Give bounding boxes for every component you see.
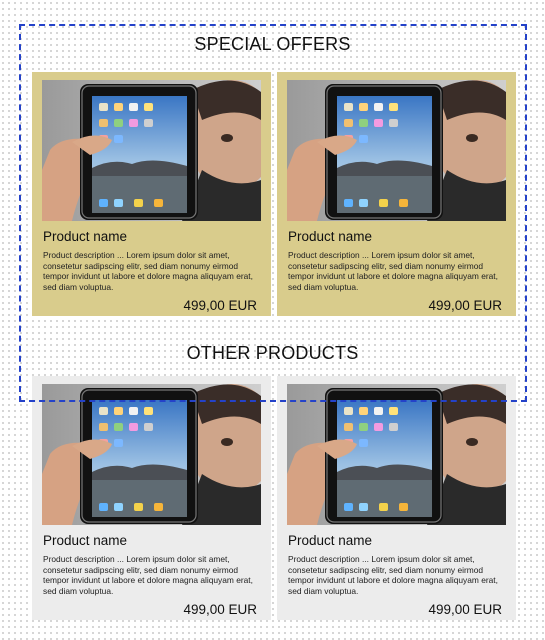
product-name[interactable]: Product name [43, 533, 127, 548]
product-description: Product description ... Lorem ipsum dolo… [43, 250, 253, 292]
product-price: 499,00 EUR [183, 602, 257, 617]
product-price: 499,00 EUR [183, 298, 257, 313]
tablet-product-photo-icon [42, 384, 261, 525]
tablet-product-photo-icon [287, 384, 506, 525]
special-offers-title: SPECIAL OFFERS [194, 34, 351, 54]
special-product-card-1[interactable]: Product name Product description ... Lor… [32, 72, 271, 316]
other-products-title: OTHER PRODUCTS [186, 343, 359, 363]
other-product-card-2[interactable]: Product name Product description ... Lor… [277, 376, 516, 620]
product-image[interactable] [287, 80, 506, 221]
product-price: 499,00 EUR [428, 298, 502, 313]
product-name[interactable]: Product name [43, 229, 127, 244]
product-name[interactable]: Product name [288, 533, 372, 548]
product-name[interactable]: Product name [288, 229, 372, 244]
product-image[interactable] [287, 384, 506, 525]
product-description: Product description ... Lorem ipsum dolo… [43, 554, 253, 596]
product-image[interactable] [42, 80, 261, 221]
tablet-product-photo-icon [287, 80, 506, 221]
product-price: 499,00 EUR [428, 602, 502, 617]
special-product-card-2[interactable]: Product name Product description ... Lor… [277, 72, 516, 316]
tablet-product-photo-icon [42, 80, 261, 221]
other-product-card-1[interactable]: Product name Product description ... Lor… [32, 376, 271, 620]
product-description: Product description ... Lorem ipsum dolo… [288, 554, 498, 596]
product-description: Product description ... Lorem ipsum dolo… [288, 250, 498, 292]
product-image[interactable] [42, 384, 261, 525]
